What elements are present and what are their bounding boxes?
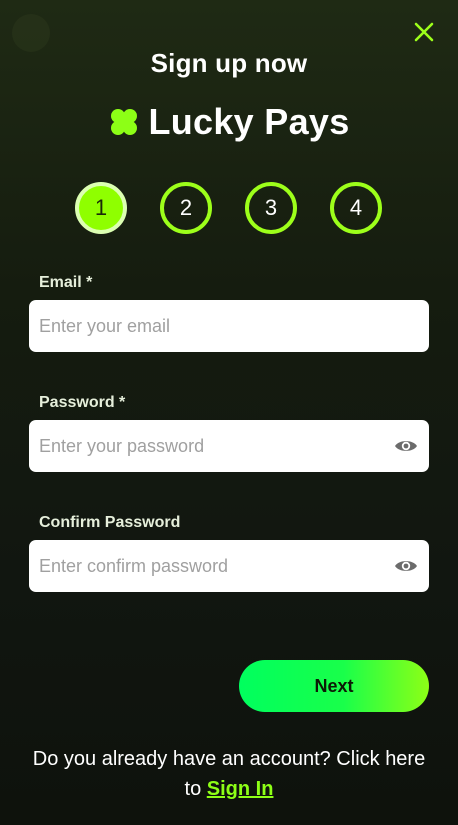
- step-3[interactable]: 3: [245, 182, 297, 234]
- step-4[interactable]: 4: [330, 182, 382, 234]
- email-field[interactable]: [29, 300, 429, 352]
- step-1[interactable]: 1: [75, 182, 127, 234]
- next-button[interactable]: Next: [239, 660, 429, 712]
- password-field-container: [29, 420, 429, 472]
- password-label: Password *: [39, 394, 126, 411]
- close-icon: [414, 22, 434, 42]
- confirm-password-field-container: [29, 540, 429, 592]
- email-field-container: [29, 300, 429, 352]
- signin-prompt: Do you already have an account? Click he…: [29, 744, 429, 804]
- brand: Lucky Pays: [0, 101, 458, 143]
- email-label: Email *: [39, 274, 93, 291]
- toggle-password-visibility-button[interactable]: [393, 433, 419, 459]
- background-decoration: [12, 14, 50, 52]
- signin-link[interactable]: Sign In: [207, 778, 274, 800]
- step-indicator: 1 2 3 4: [0, 182, 458, 234]
- clover-logo-icon: [111, 109, 138, 135]
- close-button[interactable]: [412, 20, 436, 44]
- toggle-confirm-password-visibility-button[interactable]: [393, 553, 419, 579]
- page-title: Sign up now: [150, 48, 308, 78]
- step-2[interactable]: 2: [160, 182, 212, 234]
- password-field[interactable]: [29, 420, 429, 472]
- eye-icon: [395, 441, 417, 451]
- eye-icon: [395, 561, 417, 571]
- confirm-password-field[interactable]: [29, 540, 429, 592]
- confirm-password-label: Confirm Password: [39, 514, 181, 531]
- brand-name: Lucky Pays: [148, 101, 350, 142]
